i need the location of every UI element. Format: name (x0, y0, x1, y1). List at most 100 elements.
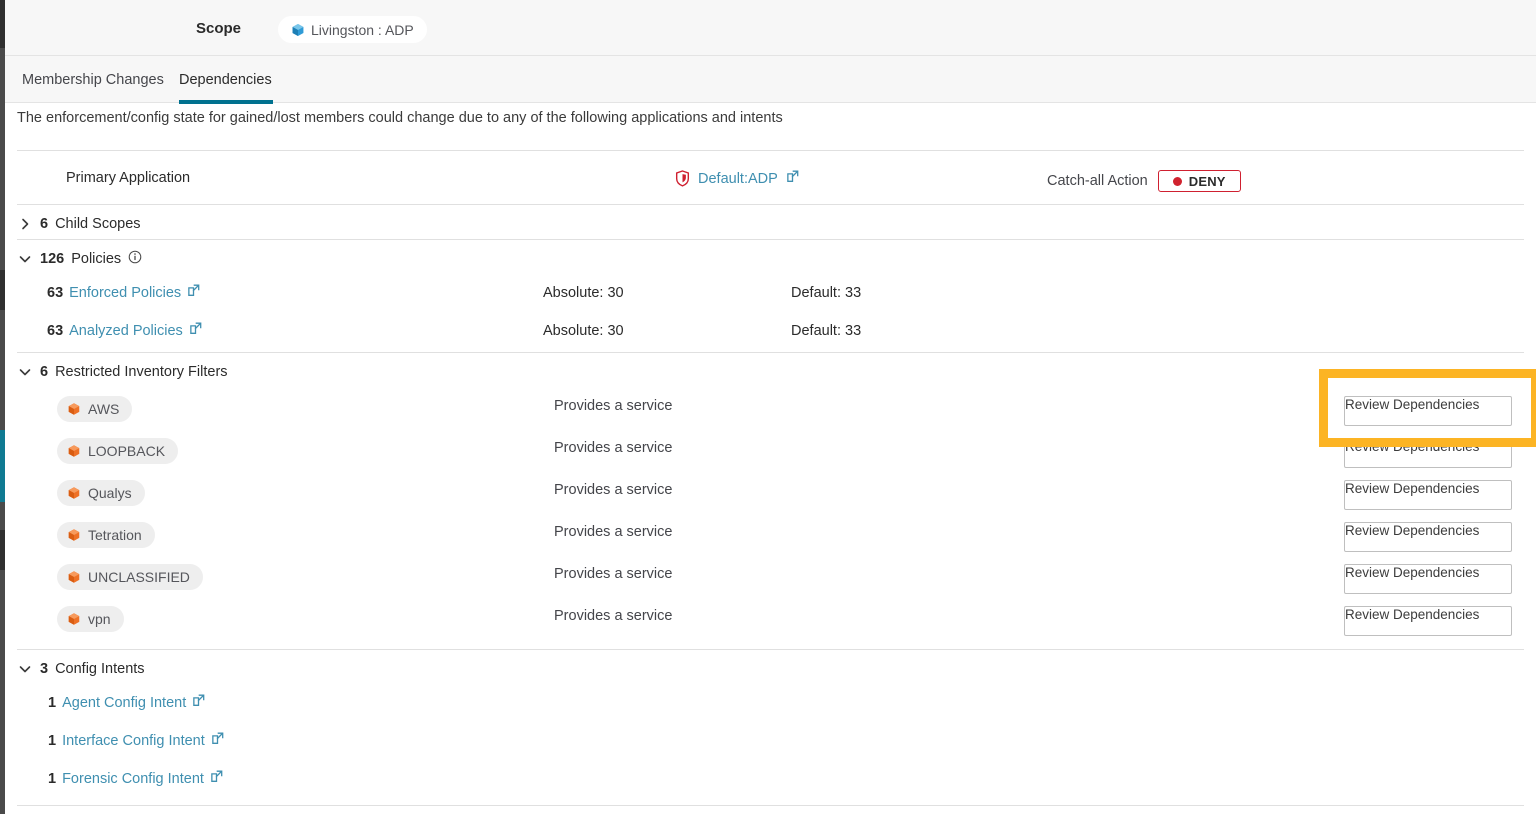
section-config-intents[interactable]: 3 Config Intents (17, 658, 145, 680)
list-item[interactable]: Tetration (57, 522, 155, 548)
review-dependencies-button[interactable]: Review Dependencies (1344, 606, 1512, 636)
list-item[interactable]: UNCLASSIFIED (57, 564, 203, 590)
cube-icon (67, 444, 81, 458)
divider (17, 204, 1524, 205)
list-item-label: AWS (88, 401, 120, 417)
enforced-policies-count: 63 (47, 284, 64, 301)
external-link-icon[interactable] (192, 694, 205, 711)
tab-membership-changes-label: Membership Changes (22, 71, 164, 88)
analyzed-policies-count: 63 (47, 322, 64, 339)
divider (17, 239, 1524, 240)
info-circle-icon[interactable] (121, 250, 142, 268)
external-link-icon[interactable] (211, 732, 224, 749)
cube-icon (67, 612, 81, 626)
analyzed-policies-link[interactable]: Analyzed Policies (69, 323, 183, 339)
external-link-icon[interactable] (187, 284, 200, 301)
external-link-icon[interactable] (210, 770, 223, 787)
review-dependencies-button[interactable]: Review Dependencies (1344, 438, 1512, 468)
app-root: Scope Livingston : ADP Membership Change… (0, 0, 1536, 814)
enforced-default-value: Default: 33 (791, 285, 862, 301)
left-nav-rail (0, 0, 5, 814)
child-scopes-count: 6 (40, 216, 49, 232)
list-item-service: Provides a service (554, 608, 673, 624)
scope-chip[interactable]: Livingston : ADP (278, 16, 427, 43)
primary-application-link-group: Default:ADP (675, 170, 799, 187)
chevron-down-icon (17, 661, 40, 677)
tab-bar: Membership Changes Dependencies (5, 56, 1536, 104)
section-policies[interactable]: 126 Policies (17, 248, 142, 270)
list-item-label: vpn (88, 611, 111, 627)
table-row: 63 Analyzed Policies (47, 322, 202, 339)
status-dot-icon (1172, 176, 1182, 186)
interface-config-intent-count: 1 (48, 732, 57, 749)
external-link-icon[interactable] (189, 322, 202, 339)
review-dependencies-button[interactable]: Review Dependencies (1344, 480, 1512, 510)
list-item-service: Provides a service (554, 398, 673, 414)
panel-description: The enforcement/config state for gained/… (17, 110, 783, 126)
chevron-down-icon (17, 251, 40, 267)
config-intents-label: Config Intents (55, 661, 145, 677)
list-item-service: Provides a service (554, 440, 673, 456)
agent-config-intent-count: 1 (48, 694, 57, 711)
scope-header: Scope Livingston : ADP (5, 0, 1536, 56)
chevron-down-icon (17, 364, 40, 380)
shield-icon (675, 170, 690, 187)
enforced-absolute-value: Absolute: 30 (543, 285, 624, 301)
primary-application-label: Primary Application (66, 170, 191, 186)
table-row: 1 Interface Config Intent (48, 732, 224, 749)
scope-label: Scope (196, 20, 242, 37)
section-child-scopes[interactable]: 6 Child Scopes (17, 213, 141, 235)
list-item[interactable]: vpn (57, 606, 124, 632)
enforced-policies-link[interactable]: Enforced Policies (69, 285, 181, 301)
list-item-service: Provides a service (554, 566, 673, 582)
cube-icon (67, 402, 81, 416)
list-item-label: Qualys (88, 485, 132, 501)
filters-label: Restricted Inventory Filters (55, 364, 228, 380)
tab-membership-changes[interactable]: Membership Changes (22, 56, 164, 103)
chevron-right-icon (17, 216, 40, 232)
cube-icon (291, 23, 305, 37)
config-intents-count: 3 (40, 661, 49, 677)
divider (17, 352, 1524, 353)
list-item-service: Provides a service (554, 482, 673, 498)
table-row: 1 Agent Config Intent (48, 694, 205, 711)
cube-icon (67, 528, 81, 542)
child-scopes-label: Child Scopes (55, 216, 141, 232)
policies-count: 126 (40, 251, 65, 267)
review-dependencies-button[interactable]: Review Dependencies (1344, 522, 1512, 552)
filters-count: 6 (40, 364, 49, 380)
forensic-config-intent-count: 1 (48, 770, 57, 787)
divider (17, 649, 1524, 650)
forensic-config-intent-link[interactable]: Forensic Config Intent (62, 771, 204, 787)
list-item-label: Tetration (88, 527, 142, 543)
status-badge-label: DENY (1188, 173, 1226, 189)
catch-all-action-group: Catch-all Action DENY (1047, 170, 1241, 192)
analyzed-default-value: Default: 33 (791, 323, 862, 339)
scope-chip-label: Livingston : ADP (311, 21, 414, 38)
list-item[interactable]: Qualys (57, 480, 145, 506)
list-item[interactable]: AWS (57, 396, 133, 422)
interface-config-intent-link[interactable]: Interface Config Intent (62, 733, 205, 749)
policies-label: Policies (71, 251, 122, 267)
list-item-label: UNCLASSIFIED (88, 569, 190, 585)
review-dependencies-button[interactable]: Review Dependencies (1344, 564, 1512, 594)
divider (17, 150, 1524, 151)
review-dependencies-button[interactable]: Review Dependencies (1344, 396, 1512, 426)
cube-icon (67, 486, 81, 500)
status-badge: DENY (1157, 170, 1241, 192)
default-adp-link[interactable]: Default:ADP (698, 171, 778, 187)
list-item-service: Provides a service (554, 524, 673, 540)
list-item-label: LOOPBACK (88, 443, 166, 459)
table-row: 63 Enforced Policies (47, 284, 200, 301)
section-restricted-inventory-filters[interactable]: 6 Restricted Inventory Filters (17, 361, 228, 383)
external-link-icon[interactable] (786, 170, 799, 187)
cube-icon (67, 570, 81, 584)
tab-dependencies[interactable]: Dependencies (179, 56, 273, 104)
list-item[interactable]: LOOPBACK (57, 438, 179, 464)
divider (17, 805, 1524, 806)
catch-all-action-label: Catch-all Action (1047, 173, 1148, 189)
tab-dependencies-label: Dependencies (179, 71, 272, 88)
analyzed-absolute-value: Absolute: 30 (543, 323, 624, 339)
agent-config-intent-link[interactable]: Agent Config Intent (62, 695, 186, 711)
table-row: 1 Forensic Config Intent (48, 770, 223, 787)
